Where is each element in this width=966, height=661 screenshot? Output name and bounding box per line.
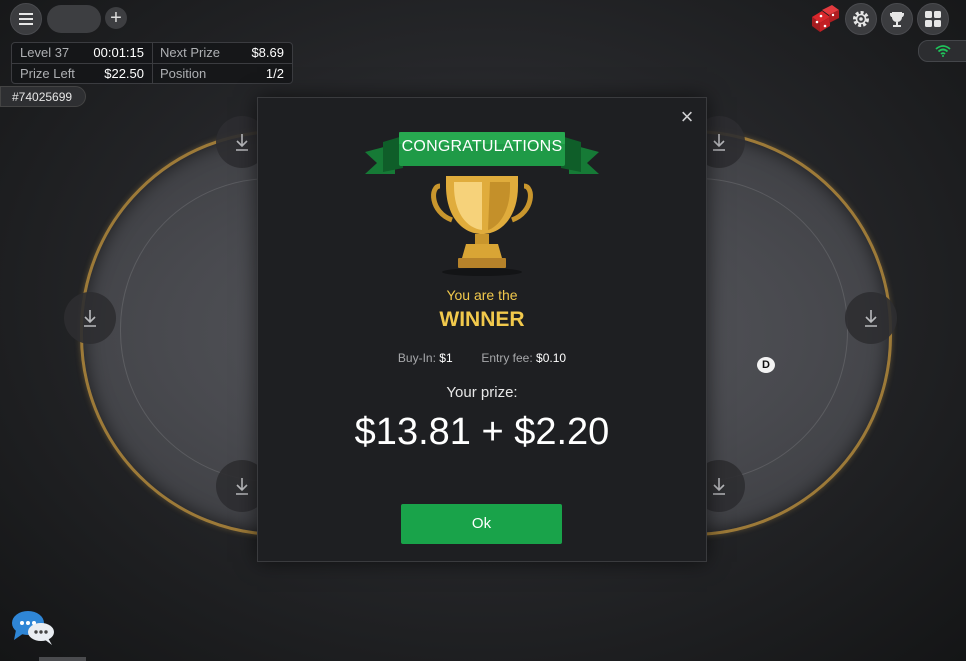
trophy-icon (890, 12, 904, 27)
sit-down-arrow-icon (236, 134, 248, 151)
dice-icon (812, 5, 839, 32)
gold-trophy-icon (431, 176, 533, 276)
prize-amount: $13.81 + $2.20 (354, 411, 610, 453)
next-prize-label: Next Prize (160, 45, 220, 60)
bottom-tab-indicator (39, 657, 86, 661)
entry-fee-label: Entry fee: (481, 351, 533, 365)
dealer-button: D (757, 357, 775, 373)
table-tab[interactable] (47, 5, 101, 33)
buy-in-label: Buy-In: (397, 351, 436, 365)
level-label: Level 37 (20, 45, 70, 60)
table-id-badge: #74025699 (0, 86, 86, 107)
sit-down-arrow-icon (84, 310, 96, 327)
entry-fee-value: $0.10 (536, 351, 567, 365)
congratulations-text: CONGRATULATIONS (401, 138, 563, 155)
add-table-button[interactable]: + (105, 7, 127, 29)
grid-icon (925, 11, 941, 27)
settings-button[interactable] (845, 3, 877, 35)
prize-left-label: Prize Left (20, 66, 75, 81)
buyin-fee-row: Buy-In: $1 Entry fee: $0.10 (258, 351, 706, 365)
winner-title: WINNER (439, 308, 525, 331)
tables-grid-button[interactable] (917, 3, 949, 35)
prize-left-value: $22.50 (104, 66, 144, 81)
chat-icon[interactable] (10, 608, 56, 646)
position-value: 1/2 (265, 66, 284, 81)
close-button[interactable]: × (678, 106, 696, 128)
your-prize-label: Your prize: (446, 384, 518, 401)
next-prize-value: $8.69 (251, 45, 284, 60)
dice-button[interactable] (808, 5, 840, 33)
sit-down-arrow-icon (865, 310, 877, 327)
winner-dialog: × CONGRATULATIONS You are the WINNER Buy… (257, 97, 707, 562)
connection-status (918, 40, 966, 62)
settings-icon (853, 11, 869, 27)
tournament-info-panel: Level 37 00:01:15 Next Prize $8.69 Prize… (11, 42, 293, 84)
position-label: Position (160, 66, 207, 81)
sit-down-arrow-icon (713, 134, 725, 151)
empty-seat[interactable] (64, 292, 116, 344)
tournament-lobby-button[interactable] (881, 3, 913, 35)
close-icon: × (680, 104, 694, 129)
add-icon: + (110, 7, 122, 29)
empty-seat[interactable] (845, 292, 897, 344)
buy-in-value: $1 (439, 351, 453, 365)
sit-down-arrow-icon (713, 478, 725, 495)
sit-down-arrow-icon (236, 478, 248, 495)
menu-icon (19, 13, 33, 25)
you-are-the-text: You are the (446, 287, 518, 303)
wifi-icon (935, 45, 951, 57)
level-timer: 00:01:15 (93, 45, 144, 60)
menu-button[interactable] (10, 3, 42, 35)
ok-button[interactable]: Ok (401, 504, 562, 544)
